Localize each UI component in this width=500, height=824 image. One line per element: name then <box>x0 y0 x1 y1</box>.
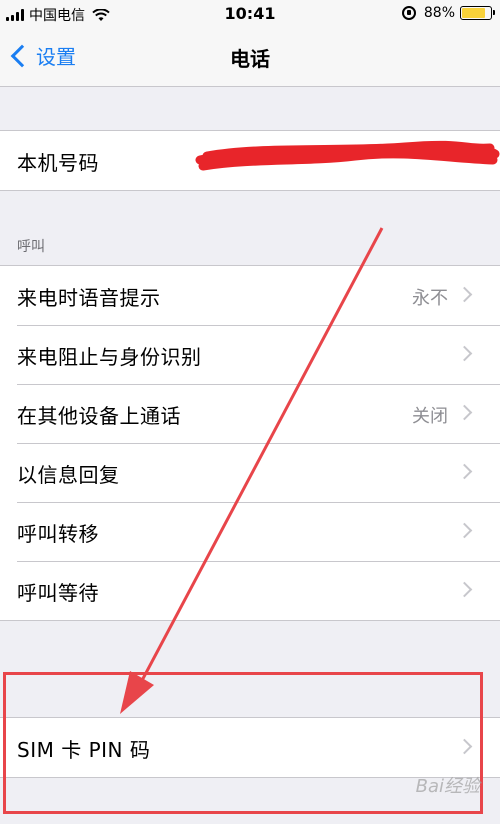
annotation-arrow <box>120 227 384 714</box>
watermark: Bai经验 <box>415 776 480 797</box>
